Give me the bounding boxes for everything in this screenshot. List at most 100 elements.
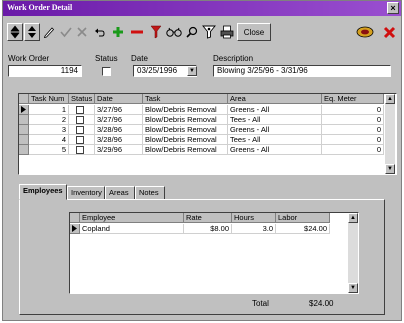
undo-button[interactable] [93,23,107,41]
employee-labor-cell[interactable]: $24.00 [276,224,330,234]
cancel-edit-button[interactable] [75,23,89,41]
task-status-cell[interactable] [69,115,95,125]
employees-col-hours[interactable]: Hours [232,213,276,223]
chevron-up-icon: ▲ [350,215,356,221]
task-status-checkbox[interactable] [76,116,84,124]
exit-button[interactable] [355,22,375,42]
employee-rate-cell[interactable]: $8.00 [184,224,232,234]
row-selector-current[interactable] [19,105,29,115]
scroll-up-button[interactable]: ▲ [348,213,358,223]
first-record-button[interactable] [7,23,23,41]
work-order-window: Work Order Detail × Close Work Order 119… [2,0,402,321]
employee-hours-cell[interactable]: 3.0 [232,224,276,234]
task-status-cell[interactable] [69,125,95,135]
task-num-cell[interactable]: 4 [29,135,69,145]
task-date-cell[interactable]: 3/29/96 [95,145,143,155]
task-name-cell[interactable]: Blow/Debris Removal [143,125,228,135]
employees-scrollbar[interactable]: ▲ ▼ [348,213,358,293]
filter-funnel-icon [150,25,162,39]
total-label: Total [252,299,269,308]
scroll-down-button[interactable]: ▼ [385,164,395,174]
query-button[interactable] [201,23,217,41]
task-area-cell[interactable]: Greens - All [228,105,322,115]
status-checkbox[interactable] [102,67,111,76]
first-record-icon [10,25,20,39]
task-status-cell[interactable] [69,135,95,145]
scroll-up-button[interactable]: ▲ [385,94,395,104]
description-field[interactable]: Blowing 3/25/96 - 3/31/96 [213,65,391,77]
tasks-col-area[interactable]: Area [228,94,322,104]
search-button[interactable] [185,23,199,41]
task-meter-cell[interactable]: 0 [322,145,384,155]
edit-button[interactable] [42,23,56,41]
scroll-down-button[interactable]: ▼ [348,283,358,293]
task-num-cell[interactable]: 1 [29,105,69,115]
task-name-cell[interactable]: Blow/Debris Removal [143,115,228,125]
tasks-col-task[interactable]: Task [143,94,228,104]
date-dropdown-button[interactable]: ▼ [187,66,197,76]
cancel-form-button[interactable] [379,22,399,42]
tasks-scrollbar[interactable]: ▲ ▼ [385,94,395,174]
row-selector-current[interactable] [70,224,80,234]
task-area-cell[interactable]: Greens - All [228,125,322,135]
task-status-checkbox[interactable] [76,106,84,114]
task-meter-cell[interactable]: 0 [322,125,384,135]
save-check-icon [60,27,72,38]
toolbar: Close [3,17,401,47]
task-status-checkbox[interactable] [76,136,84,144]
task-date-cell[interactable]: 3/27/96 [95,105,143,115]
window-close-button[interactable]: × [387,2,399,14]
tab-inventory[interactable]: Inventory [67,186,105,200]
row-selector[interactable] [19,135,29,145]
task-status-checkbox[interactable] [76,126,84,134]
add-record-button[interactable] [111,23,125,41]
tasks-col-status[interactable]: Status [69,94,95,104]
task-num-cell[interactable]: 3 [29,125,69,135]
tasks-col-task-num[interactable]: Task Num [29,94,69,104]
task-name-cell[interactable]: Blow/Debris Removal [143,105,228,115]
employee-name-cell[interactable]: Copland [80,224,184,234]
close-button[interactable]: Close [237,23,271,41]
task-status-checkbox[interactable] [76,146,84,154]
task-area-cell[interactable]: Greens - All [228,145,322,155]
task-date-cell[interactable]: 3/28/96 [95,135,143,145]
work-order-field[interactable]: 1194 [8,65,82,77]
task-status-cell[interactable] [69,105,95,115]
employees-col-employee[interactable]: Employee [80,213,184,223]
work-order-label: Work Order [8,54,50,63]
add-plus-icon [113,27,123,37]
task-date-cell[interactable]: 3/28/96 [95,125,143,135]
save-button[interactable] [59,23,73,41]
task-name-cell[interactable]: Blow/Debris Removal [143,145,228,155]
chevron-down-icon: ▼ [387,166,393,172]
task-meter-cell[interactable]: 0 [322,105,384,115]
task-status-cell[interactable] [69,145,95,155]
tasks-col-date[interactable]: Date [95,94,143,104]
last-record-button[interactable] [24,23,40,41]
row-selector[interactable] [19,125,29,135]
date-label: Date [131,54,148,63]
row-selector[interactable] [19,115,29,125]
tab-areas[interactable]: Areas [105,186,135,200]
task-meter-cell[interactable]: 0 [322,135,384,145]
task-num-cell[interactable]: 5 [29,145,69,155]
filter-button[interactable] [149,23,163,41]
print-button[interactable] [219,23,235,41]
delete-record-button[interactable] [129,23,145,41]
tab-notes[interactable]: Notes [135,186,165,200]
task-meter-cell[interactable]: 0 [322,115,384,125]
window-title: Work Order Detail [7,3,73,12]
tab-employees[interactable]: Employees [19,184,67,200]
row-selector[interactable] [19,145,29,155]
task-area-cell[interactable]: Tees - All [228,135,322,145]
task-name-cell[interactable]: Blow/Debris Removal [143,135,228,145]
employees-col-rate[interactable]: Rate [184,213,232,223]
task-num-cell[interactable]: 2 [29,115,69,125]
tasks-grid: Task Num Status Date Task Area Eq. Meter… [18,93,397,175]
find-button[interactable] [165,23,183,41]
task-date-cell[interactable]: 3/27/96 [95,115,143,125]
tasks-col-eq-meter[interactable]: Eq. Meter [322,94,384,104]
task-area-cell[interactable]: Tees - All [228,115,322,125]
close-button-label: Close [243,27,265,37]
employees-col-labor[interactable]: Labor [276,213,330,223]
